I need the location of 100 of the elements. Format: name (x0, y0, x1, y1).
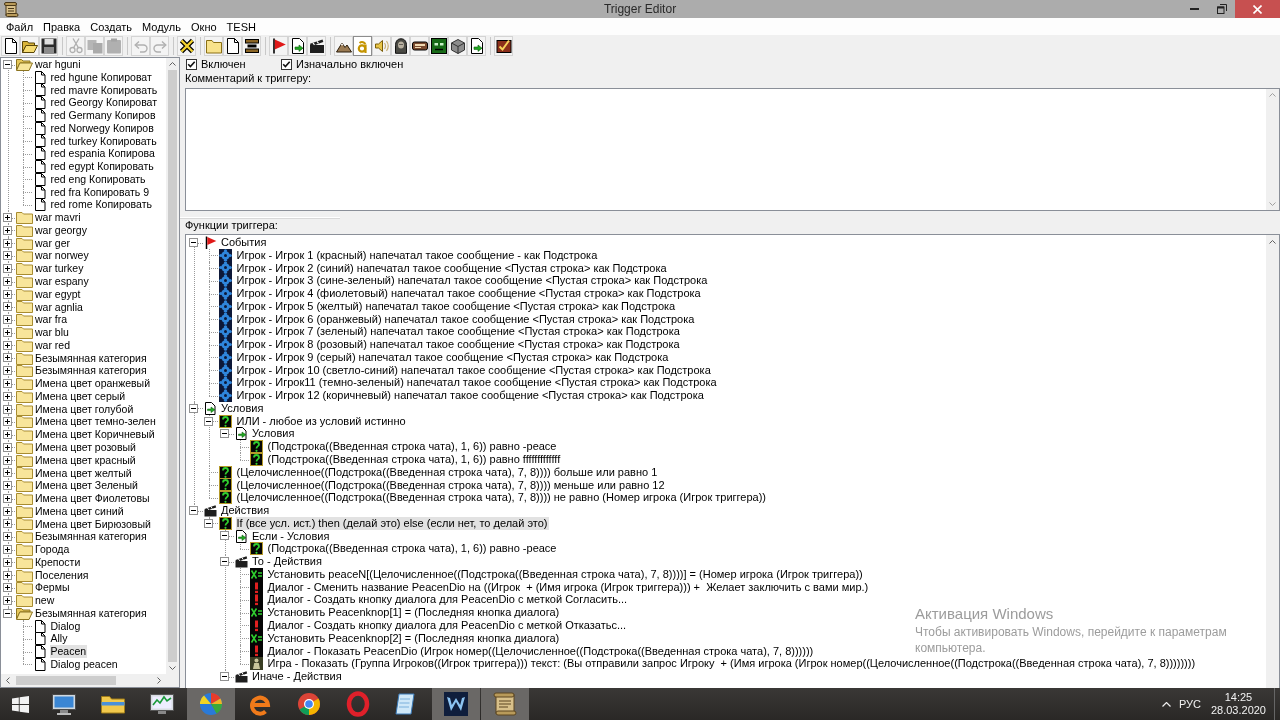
category-item[interactable]: Имена цвет темно-зелен (34, 415, 157, 429)
category-item[interactable]: Имена цвет серый (34, 389, 127, 403)
category-item[interactable]: Имена цвет синий (34, 504, 125, 518)
tree-item[interactable]: Условия (251, 427, 296, 441)
minus-box-icon[interactable] (204, 416, 213, 426)
chevron-up-icon[interactable] (1269, 240, 1276, 244)
menu-item[interactable]: Файл (1, 18, 39, 35)
tree-item[interactable]: Игрок - Игрок 3 (сине-зеленый) напечатал такое сообщение <Пустая строка> как Подстрока (235, 274, 709, 288)
plus-box-icon[interactable] (2, 340, 12, 350)
menu-item[interactable]: Модуль (137, 18, 187, 35)
menu-item[interactable]: TESH (221, 18, 261, 35)
tree-item[interactable]: (Целочисленное((Подстрока((Введенная строка чата), 7, 8)))) меньше или равно 12 (235, 478, 666, 492)
plus-box-icon[interactable] (2, 493, 12, 503)
plus-box-icon[interactable] (2, 544, 12, 554)
category-item[interactable]: new (34, 594, 56, 607)
plus-box-icon[interactable] (2, 264, 12, 274)
close-button[interactable] (1235, 0, 1280, 18)
tree-item[interactable]: Установить Peacenknop[2] = (Последняя кнопка диалога) (266, 631, 561, 645)
trigger-item[interactable]: red fra Копировать 9 (49, 185, 151, 199)
tree-item[interactable]: Установить peaceN[(Целочисленное((Подстрока((Введенная строка чата), 7, 8))))] = (Номер игрока (Игрок триггера)) (266, 567, 864, 581)
category-item[interactable]: war turkey (34, 262, 85, 275)
minus-box-icon[interactable] (2, 59, 12, 69)
plus-box-icon[interactable] (2, 315, 12, 325)
tree-item[interactable]: Игрок - Игрок 10 (светло-синий) напечатал такое сообщение <Пустая строка> как Подстрока (235, 363, 712, 377)
trigger-item[interactable]: red espania Копирова (49, 147, 156, 161)
trigger-item[interactable]: Dialog (49, 619, 82, 633)
tree-item[interactable]: Игрок - Игрок 8 (розовый) напечатал такое сообщение <Пустая строка> как Подстрока (235, 338, 681, 351)
category-item[interactable]: war espany (34, 275, 90, 288)
plus-box-icon[interactable] (2, 468, 12, 478)
plus-box-icon[interactable] (2, 251, 12, 261)
scrollbar-thumb[interactable] (168, 70, 177, 662)
tree-item[interactable]: То - Действия (251, 555, 323, 568)
plus-box-icon[interactable] (2, 404, 12, 414)
tree-item[interactable]: Действия (220, 504, 271, 517)
minus-box-icon[interactable] (188, 505, 198, 515)
tree-item[interactable]: Иначе - Действия (251, 670, 343, 683)
plus-box-icon[interactable] (2, 225, 12, 235)
minus-box-icon[interactable] (219, 557, 229, 566)
category-item[interactable]: Безымянная категория (34, 364, 148, 378)
open-button[interactable] (20, 36, 39, 56)
chevron-right-icon[interactable] (157, 677, 161, 684)
tree-item[interactable]: Установить Peacenknop[1] = (Последняя кнопка диалога) (266, 606, 561, 619)
plus-box-icon[interactable] (2, 391, 12, 401)
tree-item[interactable]: (Подстрока((Введенная строка чата), 1, 6)) равно fffffffffffff (266, 453, 562, 466)
language-indicator[interactable]: РУС (1178, 698, 1201, 710)
category-item[interactable]: war blu (34, 326, 70, 339)
menu-item[interactable]: Правка (38, 18, 86, 35)
chevron-up-icon[interactable] (169, 62, 176, 66)
tree-item[interactable]: (Подстрока((Введенная строка чата), 1, 6)) равно -peace (266, 542, 558, 556)
plus-box-icon[interactable] (2, 213, 12, 223)
plus-box-icon[interactable] (2, 532, 12, 542)
scrollbar-thumb[interactable] (16, 676, 116, 685)
tree-item[interactable]: Игрок - Игрок11 (темно-зеленый) напечатал такое сообщение <Пустая строка> как Подстрока (235, 376, 718, 390)
category-item[interactable]: Имена цвет розовый (34, 440, 137, 454)
minus-box-icon[interactable] (188, 237, 198, 247)
plus-box-icon[interactable] (2, 506, 12, 516)
plus-box-icon[interactable] (2, 276, 12, 286)
clock-time[interactable]: 14:25 (1224, 691, 1253, 704)
plus-box-icon[interactable] (2, 570, 12, 580)
new-button[interactable] (1, 36, 20, 56)
plus-box-icon[interactable] (2, 455, 12, 465)
trigger-item[interactable]: red hgune Копироват (49, 70, 153, 84)
trigger-item[interactable]: red turkey Копировать (49, 134, 158, 148)
scrollbar[interactable] (1266, 235, 1279, 688)
plus-box-icon[interactable] (2, 557, 12, 567)
trigger-item[interactable]: red Norwegy Копиров (49, 121, 155, 135)
category-item[interactable]: Крепости (34, 555, 82, 569)
category-item[interactable]: war red (34, 338, 71, 352)
plus-box-icon[interactable] (2, 519, 12, 529)
minus-box-icon[interactable] (188, 403, 198, 413)
category-item[interactable]: Имена цвет голубой (34, 402, 135, 416)
category-item[interactable]: Города (34, 543, 71, 556)
tree-item[interactable]: If (все усл. ист.) then (делай это) else (если нет, то делай это) (235, 516, 549, 530)
tree-item[interactable]: Игрок - Игрок 1 (красный) напечатал такое сообщение - как Подстрока (235, 248, 599, 262)
trigger-item[interactable]: red Georgy Копироват (49, 96, 158, 110)
save-button[interactable] (39, 36, 58, 56)
plus-box-icon[interactable] (2, 289, 12, 299)
tree-item[interactable]: (Подстрока((Введенная строка чата), 1, 6)) равно -peace (266, 440, 558, 453)
trigger-item[interactable]: red egypt Копировать (49, 160, 155, 173)
minus-box-icon[interactable] (219, 531, 229, 541)
plus-box-icon[interactable] (2, 417, 12, 427)
tree-item[interactable]: Диалог - Показать PeacenDio (Игрок номер((Целочисленное((Подстрока((Введенная строка чата), 7, 8)))))) (266, 644, 815, 658)
delete-button[interactable] (177, 36, 196, 56)
minus-box-icon[interactable] (2, 608, 12, 618)
plus-box-icon[interactable] (2, 379, 12, 388)
plus-box-icon[interactable] (2, 442, 12, 452)
plus-box-icon[interactable] (2, 583, 12, 593)
trigger-item[interactable]: red Germany Копиров (49, 109, 157, 122)
category-item[interactable]: Имена цвет Фиолетовы (34, 492, 151, 505)
category-item[interactable]: Фермы (34, 581, 71, 595)
category-item[interactable]: war hguni (34, 58, 82, 71)
clock-date[interactable]: 28.03.2020 (1210, 704, 1266, 717)
category-item[interactable]: Безымянная категория (34, 606, 148, 620)
tree-item[interactable]: Игрок - Игрок 4 (фиолетовый) напечатал такое сообщение <Пустая строка> как Подстрока (235, 287, 702, 300)
category-item[interactable]: Имена цвет Бирюзовый (34, 517, 152, 531)
tree-item[interactable]: Игрок - Игрок 5 (желтый) напечатал такое сообщение <Пустая строка> как Подстрока (235, 299, 677, 313)
tree-item[interactable]: (Целочисленное((Подстрока((Введенная строка чата), 7, 8)))) не равно (Номер игрока (Игрок триггера)) (235, 491, 767, 505)
tree-item[interactable]: Игрок - Игрок 12 (коричневый) напечатал такое сообщение <Пустая строка> как Подстрока (235, 389, 705, 402)
tree-item[interactable]: Игра - Показать (Группа Игроков((Игрок триггера))) текст: (Вы отправили запрос Игроку + (Имя игрока (Игрок номер((Целочисленное((Подстрока((Введенная строка чата), 7, 8)))))))) (266, 657, 1197, 671)
tree-item[interactable]: Если - Условия (251, 529, 331, 543)
